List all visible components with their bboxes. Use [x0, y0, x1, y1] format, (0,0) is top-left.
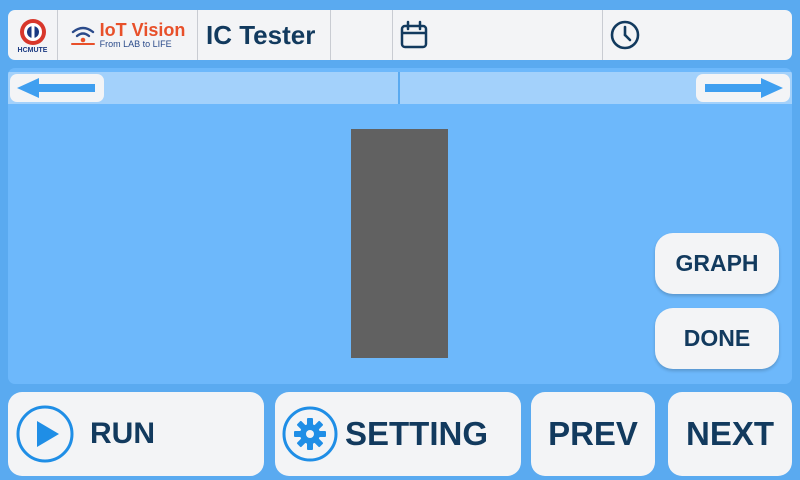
app-title-cell: IC Tester: [198, 10, 331, 60]
hcmute-logo: HCMUTE: [8, 10, 58, 60]
setting-button-label: SETTING: [345, 415, 489, 452]
date-cell: [393, 10, 603, 60]
calendar-icon: [400, 20, 428, 49]
play-icon: [16, 405, 74, 463]
time-cell: [603, 10, 792, 60]
done-button-label: DONE: [683, 325, 751, 351]
clock-icon: [610, 20, 640, 50]
nav-divider: [398, 72, 400, 104]
hcmute-emblem-icon: [19, 18, 46, 45]
next-button[interactable]: NEXT: [668, 392, 792, 476]
header-blank-cell: [331, 10, 393, 60]
run-button[interactable]: RUN: [8, 392, 264, 476]
wifi-icon: [70, 26, 95, 45]
graph-button[interactable]: GRAPH: [655, 233, 779, 294]
top-bar: HCMUTE IoT Vision From LAB to LIFE IC Te…: [8, 10, 792, 60]
setting-button[interactable]: SETTING: [275, 392, 521, 476]
prev-button[interactable]: PREV: [531, 392, 655, 476]
next-button-label: NEXT: [685, 415, 774, 452]
arrow-left-icon: [17, 78, 95, 98]
ic-chip-slot: [351, 129, 448, 358]
done-button[interactable]: DONE: [655, 308, 779, 369]
hcmute-logo-text: HCMUTE: [17, 46, 48, 54]
gear-icon: [282, 406, 338, 462]
run-button-label: RUN: [90, 417, 155, 450]
nav-strip: [8, 72, 792, 104]
graph-button-label: GRAPH: [675, 250, 759, 276]
brand-name: IoT Vision: [99, 19, 186, 40]
arrow-right-icon: [705, 78, 783, 98]
next-page-button[interactable]: [696, 74, 790, 102]
iot-vision-logo: IoT Vision From LAB to LIFE: [58, 10, 198, 60]
prev-page-button[interactable]: [10, 74, 104, 102]
brand-tagline: From LAB to LIFE: [99, 38, 172, 49]
prev-button-label: PREV: [548, 415, 638, 452]
app-title: IC Tester: [206, 19, 316, 50]
main-panel: GRAPH DONE: [8, 68, 792, 384]
